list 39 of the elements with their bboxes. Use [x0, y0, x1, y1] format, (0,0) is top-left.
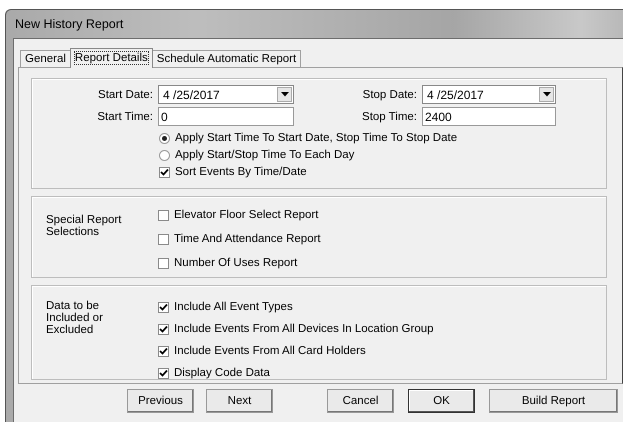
field-label: Start Date: — [97, 88, 153, 100]
option-label: Include Events From All Devices In Location Group — [174, 323, 434, 335]
checkbox[interactable] — [158, 346, 169, 356]
option-label: Time And Attendance Report — [174, 233, 321, 245]
date-dropdown[interactable]: 4 /25/2017 — [158, 85, 294, 104]
dialog-button[interactable]: Cancel — [327, 389, 394, 413]
checkbox[interactable] — [158, 324, 169, 334]
radio-button[interactable] — [159, 132, 170, 144]
input-field[interactable]: 0 — [158, 107, 294, 126]
tab[interactable]: General — [20, 50, 71, 67]
input-field[interactable]: 2400 — [422, 107, 556, 126]
dialog-button[interactable]: Build Report — [489, 389, 618, 413]
field-label: Stop Time: — [361, 110, 417, 122]
checkbox[interactable] — [158, 368, 169, 378]
field-label: Stop Date: — [362, 88, 417, 100]
option-label: Apply Start Time To Start Date, Stop Time To Stop Date — [175, 132, 458, 144]
tab[interactable]: Report Details — [70, 48, 153, 68]
group-label: Special Report Selections — [46, 214, 122, 240]
dialog-button[interactable]: OK — [408, 389, 475, 413]
option-label: Number Of Uses Report — [174, 257, 298, 269]
option-label: Include All Event Types — [174, 301, 293, 313]
checkbox[interactable] — [158, 258, 169, 268]
window-title: New History Report — [14, 17, 124, 31]
checkbox[interactable] — [158, 210, 169, 220]
option-label: Sort Events By Time/Date — [175, 166, 307, 178]
tab[interactable]: Schedule Automatic Report — [152, 50, 302, 67]
checkbox[interactable] — [158, 234, 169, 244]
radio-button[interactable] — [159, 150, 170, 160]
option-label: Display Code Data — [174, 367, 270, 379]
dialog-button[interactable]: Previous — [127, 389, 194, 413]
option-label: Elevator Floor Select Report — [174, 209, 318, 221]
option-label: Apply Start/Stop Time To Each Day — [175, 149, 354, 161]
dialog-button[interactable]: Next — [206, 389, 273, 413]
checkbox[interactable] — [159, 166, 170, 178]
date-dropdown[interactable]: 4 /25/2017 — [422, 85, 556, 104]
checkbox[interactable] — [158, 302, 169, 312]
field-label: Start Time: — [96, 110, 153, 122]
group-label: Data to be Included or Excluded — [46, 300, 104, 338]
option-label: Include Events From All Card Holders — [174, 345, 366, 357]
